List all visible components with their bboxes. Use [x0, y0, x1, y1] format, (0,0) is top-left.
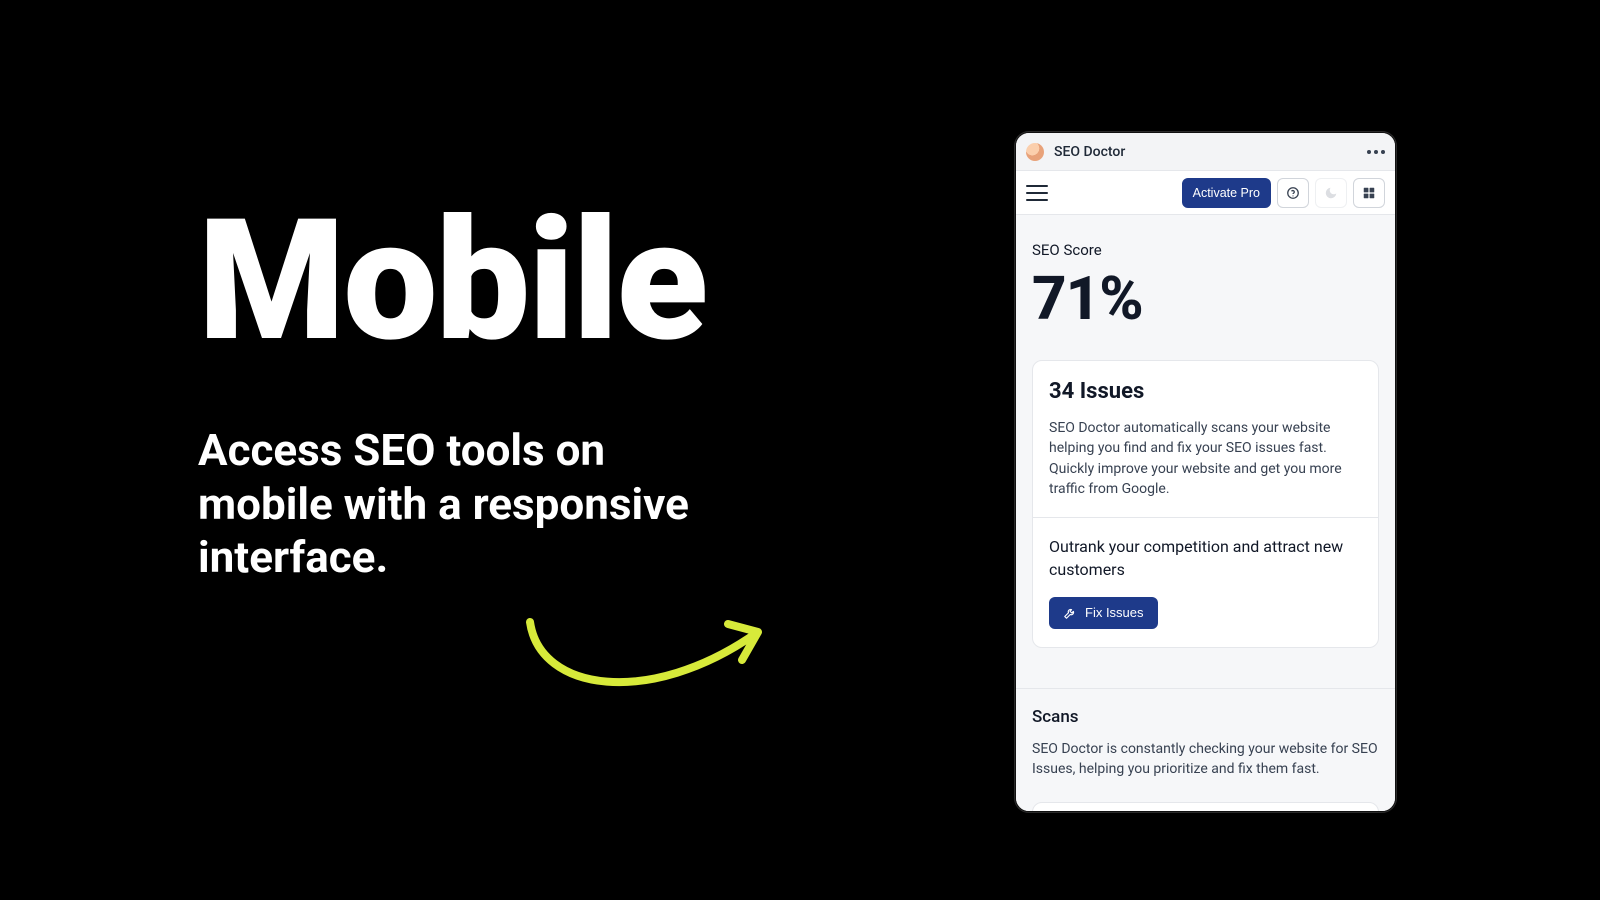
moon-icon: [1324, 186, 1338, 200]
card-divider: [1033, 517, 1378, 518]
seo-score-label: SEO Score: [1032, 241, 1379, 259]
activate-pro-label: Activate Pro: [1193, 186, 1260, 200]
issues-count-title: 34 Issues: [1049, 379, 1362, 404]
app-body: SEO Score 71% 34 Issues SEO Doctor autom…: [1016, 215, 1395, 811]
scans-description: SEO Doctor is constantly checking your w…: [1032, 739, 1379, 780]
arrow-icon: [520, 612, 770, 712]
seo-score-value: 71%: [1032, 263, 1379, 334]
help-icon: [1286, 186, 1300, 200]
scans-title: Scans: [1032, 707, 1379, 727]
window-titlebar: SEO Doctor: [1016, 133, 1395, 171]
theme-toggle-button[interactable]: [1315, 178, 1347, 208]
issues-card: 34 Issues SEO Doctor automatically scans…: [1032, 360, 1379, 648]
hero-subtitle: Access SEO tools on mobile with a respon…: [198, 424, 718, 585]
fix-issues-label: Fix Issues: [1085, 605, 1144, 620]
toolbar: Activate Pro: [1016, 171, 1395, 215]
mobile-device-frame: SEO Doctor Activate Pro: [1015, 132, 1396, 812]
fix-issues-button[interactable]: Fix Issues: [1049, 597, 1158, 629]
issues-description: SEO Doctor automatically scans your webs…: [1049, 418, 1362, 499]
window-title: SEO Doctor: [1054, 144, 1125, 160]
hero: Mobile Access SEO tools on mobile with a…: [198, 198, 718, 585]
grid-icon: [1362, 186, 1376, 200]
hamburger-menu-icon[interactable]: [1026, 185, 1048, 201]
more-options-icon[interactable]: [1367, 150, 1385, 154]
help-button[interactable]: [1277, 178, 1309, 208]
hero-title: Mobile: [198, 198, 718, 366]
wrench-icon: [1063, 606, 1077, 620]
section-divider: [1016, 688, 1395, 689]
app-avatar-icon: [1026, 143, 1044, 161]
cta-headline: Outrank your competition and attract new…: [1049, 536, 1362, 581]
scan-result-card: [1032, 802, 1379, 811]
grid-view-button[interactable]: [1353, 178, 1385, 208]
activate-pro-button[interactable]: Activate Pro: [1182, 178, 1271, 208]
